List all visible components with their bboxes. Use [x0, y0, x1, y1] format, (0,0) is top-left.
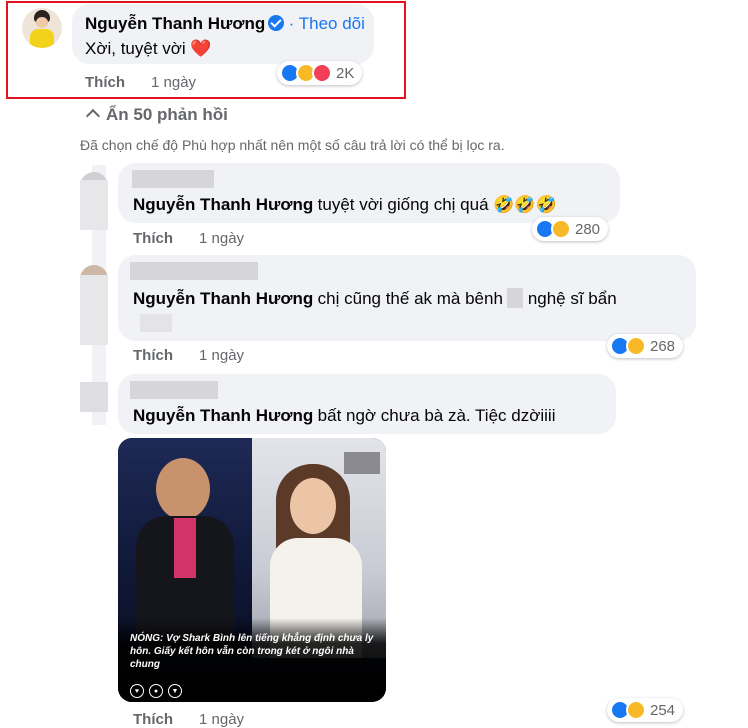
reaction-count: 2K	[336, 64, 355, 82]
blurred-word	[507, 288, 524, 308]
blurred-avatar	[80, 382, 108, 412]
love-reaction-icon	[312, 63, 332, 83]
attached-image[interactable]: NÓNG: Vợ Shark Bình lên tiếng khẳng định…	[118, 438, 386, 702]
reply-text: tuyệt vời giống chị quá 🤣🤣🤣	[317, 195, 557, 214]
reply-author[interactable]: Nguyễn Thanh Hương	[133, 195, 313, 214]
comment-bubble: Nguyễn Thanh Hương · Theo dõi Xời, tuyệt…	[72, 4, 374, 64]
man-shirt	[174, 518, 196, 578]
reaction-count: 254	[650, 701, 676, 719]
like-button[interactable]: Thích	[133, 347, 173, 364]
blurred-username	[130, 381, 218, 399]
man-portrait	[156, 458, 210, 520]
blurred-avatar	[80, 275, 108, 345]
timestamp[interactable]: 1 ngày	[199, 347, 244, 364]
woman-portrait	[290, 478, 336, 534]
reaction-count: 280	[575, 220, 601, 238]
avatar[interactable]	[22, 8, 62, 48]
reaction-summary[interactable]: 268	[607, 334, 684, 358]
reaction-summary[interactable]: 2K	[277, 61, 363, 85]
share-icon[interactable]: ▼	[168, 684, 182, 698]
timestamp[interactable]: 1 ngày	[199, 230, 244, 247]
comment-text: Xời, tuyệt vời ❤️	[85, 39, 212, 58]
reply-author[interactable]: Nguyễn Thanh Hương	[133, 406, 313, 425]
news-caption: NÓNG: Vợ Shark Bình lên tiếng khẳng định…	[130, 633, 374, 670]
blurred-text	[140, 314, 172, 332]
blurred-username	[130, 262, 258, 280]
heart-icon[interactable]: ♥	[130, 684, 144, 698]
hide-replies-toggle[interactable]: Ẩn 50 phản hồi	[85, 105, 228, 125]
blurred-username	[132, 170, 214, 188]
reaction-count: 268	[650, 337, 676, 355]
reply-author[interactable]: Nguyễn Thanh Hương	[133, 289, 313, 308]
hide-replies-label: Ẩn 50 phản hồi	[106, 105, 228, 124]
comment-icon[interactable]: ●	[149, 684, 163, 698]
chevron-up-icon	[85, 108, 101, 124]
haha-reaction-icon	[626, 700, 646, 720]
haha-reaction-icon	[626, 336, 646, 356]
filter-note: Đã chọn chế độ Phù hợp nhất nên một số c…	[80, 137, 505, 153]
blurred-avatar	[80, 180, 108, 230]
blurred-logo	[344, 452, 380, 474]
timestamp[interactable]: 1 ngày	[151, 74, 196, 91]
reaction-summary[interactable]: 254	[607, 698, 684, 722]
reply-text: chị cũng thế ak mà bênh	[317, 289, 503, 308]
reply-text: bất ngờ chưa bà zà. Tiệc dzờiiii	[317, 406, 556, 425]
like-button[interactable]: Thích	[85, 74, 125, 91]
verified-badge-icon	[268, 15, 285, 31]
reply-text-continued: nghệ sĩ bẩn	[527, 289, 617, 308]
reaction-summary[interactable]: 280	[532, 217, 609, 241]
haha-reaction-icon	[551, 219, 571, 239]
follow-link[interactable]: · Theo dõi	[289, 14, 365, 33]
like-button[interactable]: Thích	[133, 230, 173, 247]
comment-author[interactable]: Nguyễn Thanh Hương	[85, 14, 265, 33]
